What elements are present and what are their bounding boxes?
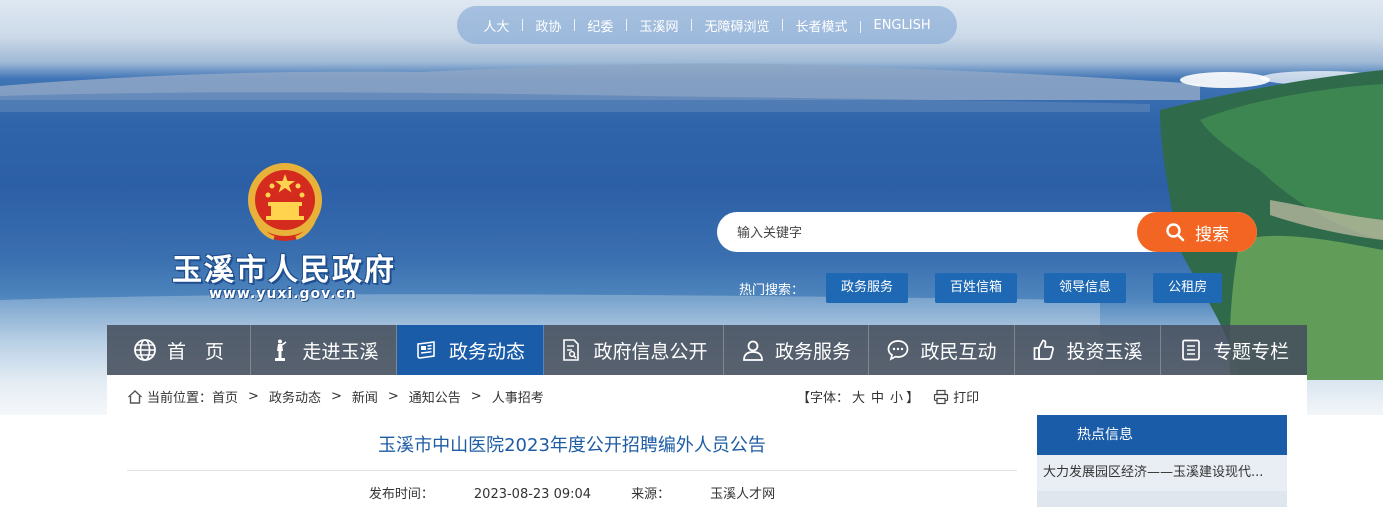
chat-icon [888,340,909,361]
content-area: 当前位置： 首页 > 政务动态 > 新闻 > 通知公告 > 人事招考 【字体： … [107,375,1307,507]
hot-search-label: 热门搜索： [739,282,805,298]
nav-item-label: 投资玉溪 [1066,340,1143,363]
nav-item-info-disclosure[interactable]: 政府信息公开 [544,325,724,375]
publish-time-label: 发布时间： [368,487,434,502]
breadcrumb-separator: > [470,389,482,404]
font-size-close: 】 [906,391,920,406]
breadcrumb: 当前位置： 首页 > 政务动态 > 新闻 > 通知公告 > 人事招考 [127,387,544,406]
search-input[interactable] [737,222,1127,244]
article-source: 来源： 玉溪人才网 [631,487,775,502]
thumbs-up-icon [1034,339,1055,360]
top-links-bar: 人大 政协 纪委 玉溪网 无障碍浏览 长者模式 ENGLISH [457,6,957,44]
breadcrumb-gov-news[interactable]: 政务动态 [269,387,321,406]
national-emblem-icon [248,163,322,241]
breadcrumb-notices[interactable]: 通知公告 [409,387,461,406]
top-link-discipline[interactable]: 纪委 [574,16,626,35]
nav-item-label: 政务服务 [774,340,851,363]
top-link-cppcc[interactable]: 政协 [522,16,574,35]
hot-info-title: 热点信息 [1037,415,1287,455]
font-size-label: 【字体： [797,391,850,406]
newspaper-icon [417,341,435,359]
hot-info-item[interactable]: 大力发展园区经济——玉溪建设现代... [1037,455,1287,491]
search-icon [1166,223,1185,242]
publish-time: 发布时间： 2023-08-23 09:04 [369,487,591,502]
print-label: 打印 [953,391,980,406]
top-link-npc[interactable]: 人大 [470,16,522,35]
article-meta: 发布时间： 2023-08-23 09:04 来源： 玉溪人才网 [127,483,1017,502]
hot-search-bar: 热门搜索： 政务服务 百姓信箱 领导信息 公租房 [739,273,1249,303]
title-divider [127,470,1017,471]
source-value: 玉溪人才网 [710,487,776,502]
nav-item-gov-services[interactable]: 政务服务 [724,325,869,375]
user-icon [743,340,763,361]
article-title: 玉溪市中山医院2023年度公开招聘编外人员公告 [378,435,766,456]
source-label: 来源： [631,487,671,502]
hot-keyword-public-rental[interactable]: 公租房 [1153,273,1223,303]
hot-keyword-gov-services[interactable]: 政务服务 [826,273,909,303]
document-search-icon [563,339,580,361]
site-url: www.yuxi.gov.cn [209,286,357,302]
hot-info-sidebar: 热点信息 大力发展园区经济——玉溪建设现代... [1037,415,1287,507]
breadcrumb-separator: > [330,389,342,404]
statue-icon [275,339,287,361]
site-name-logo[interactable]: 玉溪市人民政府 [172,245,396,289]
font-size-small[interactable]: 小 [890,387,903,406]
hot-keyword-mailbox[interactable]: 百姓信箱 [935,273,1018,303]
globe-icon [134,339,156,361]
publish-time-value: 2023-08-23 09:04 [473,487,592,502]
search-button[interactable]: 搜索 [1137,212,1257,252]
article-tools: 【字体： 大 中 小 】 打印 [797,387,979,406]
nav-item-label: 专题专栏 [1212,340,1289,363]
nav-item-label: 政府信息公开 [593,340,708,363]
breadcrumb-news[interactable]: 新闻 [352,387,378,406]
home-icon [128,389,142,404]
search-button-label: 搜索 [1195,224,1229,245]
nav-item-label: 政务动态 [448,340,525,363]
nav-item-invest[interactable]: 投资玉溪 [1015,325,1161,375]
nav-item-about-yuxi[interactable]: 走进玉溪 [251,325,397,375]
hot-keyword-leaders[interactable]: 领导信息 [1044,273,1127,303]
nav-item-label: 政民互动 [920,340,997,363]
print-button[interactable]: 打印 [933,387,979,406]
top-link-yuxi-net[interactable]: 玉溪网 [626,16,691,35]
hot-info-item[interactable] [1037,491,1287,507]
top-link-accessibility[interactable]: 无障碍浏览 [691,16,782,35]
top-link-elder-mode[interactable]: 长者模式 [782,16,860,35]
font-size-large[interactable]: 大 [852,387,865,406]
nav-item-interaction[interactable]: 政民互动 [869,325,1015,375]
list-icon [1182,339,1200,361]
main-nav: 首 页 走进玉溪 政务动态 政府信息公开 政务服务 政民互动 投资玉溪 专题专栏 [107,325,1307,375]
nav-item-gov-news[interactable]: 政务动态 [397,325,544,375]
breadcrumb-recruitment[interactable]: 人事招考 [492,387,544,406]
font-size-medium[interactable]: 中 [871,387,884,406]
nav-item-label: 首 页 [166,340,224,363]
search-box: 搜索 [717,212,1257,252]
top-link-english[interactable]: ENGLISH [860,18,943,33]
nav-item-special-topics[interactable]: 专题专栏 [1161,325,1307,375]
nav-item-home[interactable]: 首 页 [107,325,251,375]
nav-item-label: 走进玉溪 [302,340,379,363]
breadcrumb-home[interactable]: 首页 [212,387,238,406]
breadcrumb-label: 当前位置： [147,391,213,406]
breadcrumb-separator: > [387,389,399,404]
printer-icon [933,389,949,404]
breadcrumb-separator: > [248,389,259,404]
